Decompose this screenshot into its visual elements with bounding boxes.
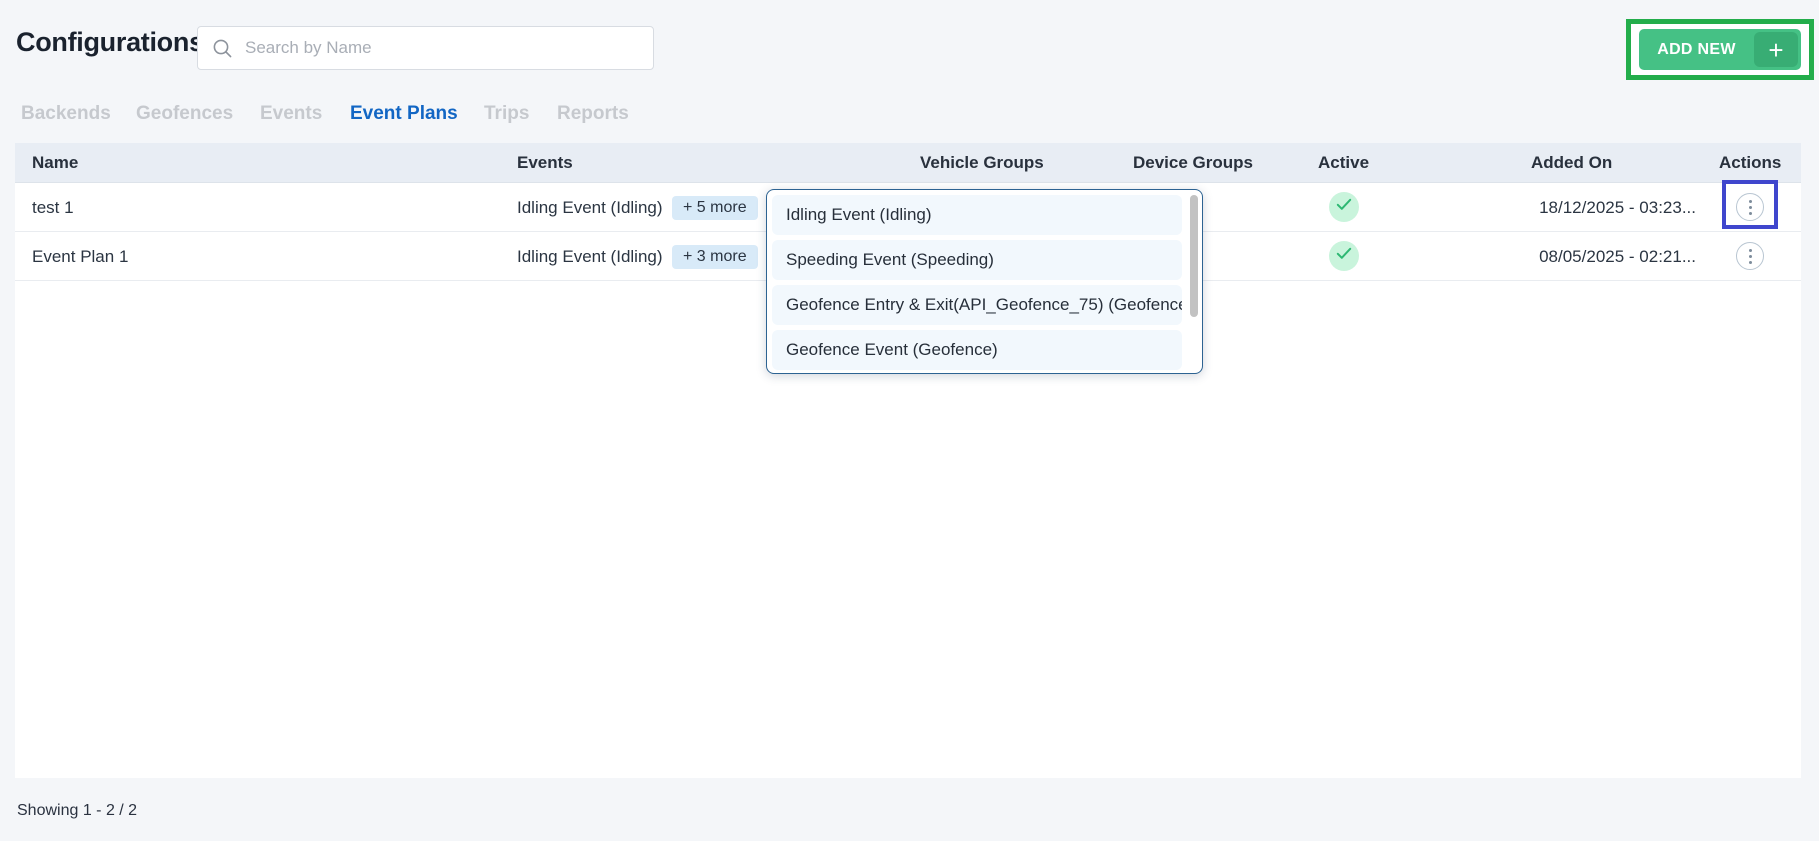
- more-events-badge[interactable]: + 5 more: [672, 196, 758, 220]
- popup-event-item[interactable]: Geofence Event (Geofence): [772, 330, 1182, 370]
- configurations-page: Configurations ADD NEW + Backends Geofen…: [0, 0, 1819, 841]
- events-popup: Idling Event (Idling) Speeding Event (Sp…: [766, 189, 1203, 374]
- column-header-device-groups: Device Groups: [1133, 143, 1253, 183]
- column-header-name: Name: [32, 143, 78, 183]
- search-input[interactable]: [245, 27, 653, 69]
- tab-trips[interactable]: Trips: [484, 103, 529, 125]
- active-status-badge: [1329, 241, 1359, 271]
- row-added-on: 18/12/2025 - 03:23...: [1450, 183, 1696, 232]
- active-check-icon: [1336, 198, 1352, 216]
- row-actions-kebab-icon[interactable]: [1736, 242, 1764, 270]
- add-new-button[interactable]: ADD NEW +: [1639, 29, 1801, 70]
- column-header-vehicle-groups: Vehicle Groups: [920, 143, 1044, 183]
- row-first-event: Idling Event (Idling): [517, 183, 663, 232]
- row-name: Event Plan 1: [32, 232, 128, 281]
- popup-event-item[interactable]: Idling Event (Idling): [772, 195, 1182, 235]
- column-header-added-on: Added On: [1531, 143, 1612, 183]
- plus-icon: +: [1754, 32, 1798, 67]
- tab-events[interactable]: Events: [260, 103, 322, 125]
- pagination-status: Showing 1 - 2 / 2: [17, 802, 137, 820]
- tab-geofences[interactable]: Geofences: [136, 103, 233, 125]
- column-header-active: Active: [1318, 143, 1369, 183]
- row-added-on: 08/05/2025 - 02:21...: [1450, 232, 1696, 281]
- tab-backends[interactable]: Backends: [21, 103, 111, 125]
- column-header-actions: Actions: [1719, 143, 1781, 183]
- search-box: [197, 26, 654, 70]
- row-actions-kebab-icon[interactable]: [1736, 193, 1764, 221]
- popup-event-item[interactable]: Speeding Event (Speeding): [772, 240, 1182, 280]
- active-check-icon: [1336, 247, 1352, 265]
- column-header-events: Events: [517, 143, 573, 183]
- add-new-label: ADD NEW: [1639, 29, 1754, 70]
- search-icon: [212, 38, 233, 59]
- row-name: test 1: [32, 183, 74, 232]
- more-events-badge[interactable]: + 3 more: [672, 245, 758, 269]
- active-status-badge: [1329, 192, 1359, 222]
- popup-event-item[interactable]: Geofence Entry & Exit(API_Geofence_75) (…: [772, 285, 1182, 325]
- tab-event-plans[interactable]: Event Plans: [350, 103, 458, 125]
- popup-scrollbar[interactable]: [1190, 195, 1198, 317]
- page-title: Configurations: [16, 27, 204, 58]
- row-first-event: Idling Event (Idling): [517, 232, 663, 281]
- add-new-highlight-box: ADD NEW +: [1626, 19, 1814, 80]
- tab-reports[interactable]: Reports: [557, 103, 629, 125]
